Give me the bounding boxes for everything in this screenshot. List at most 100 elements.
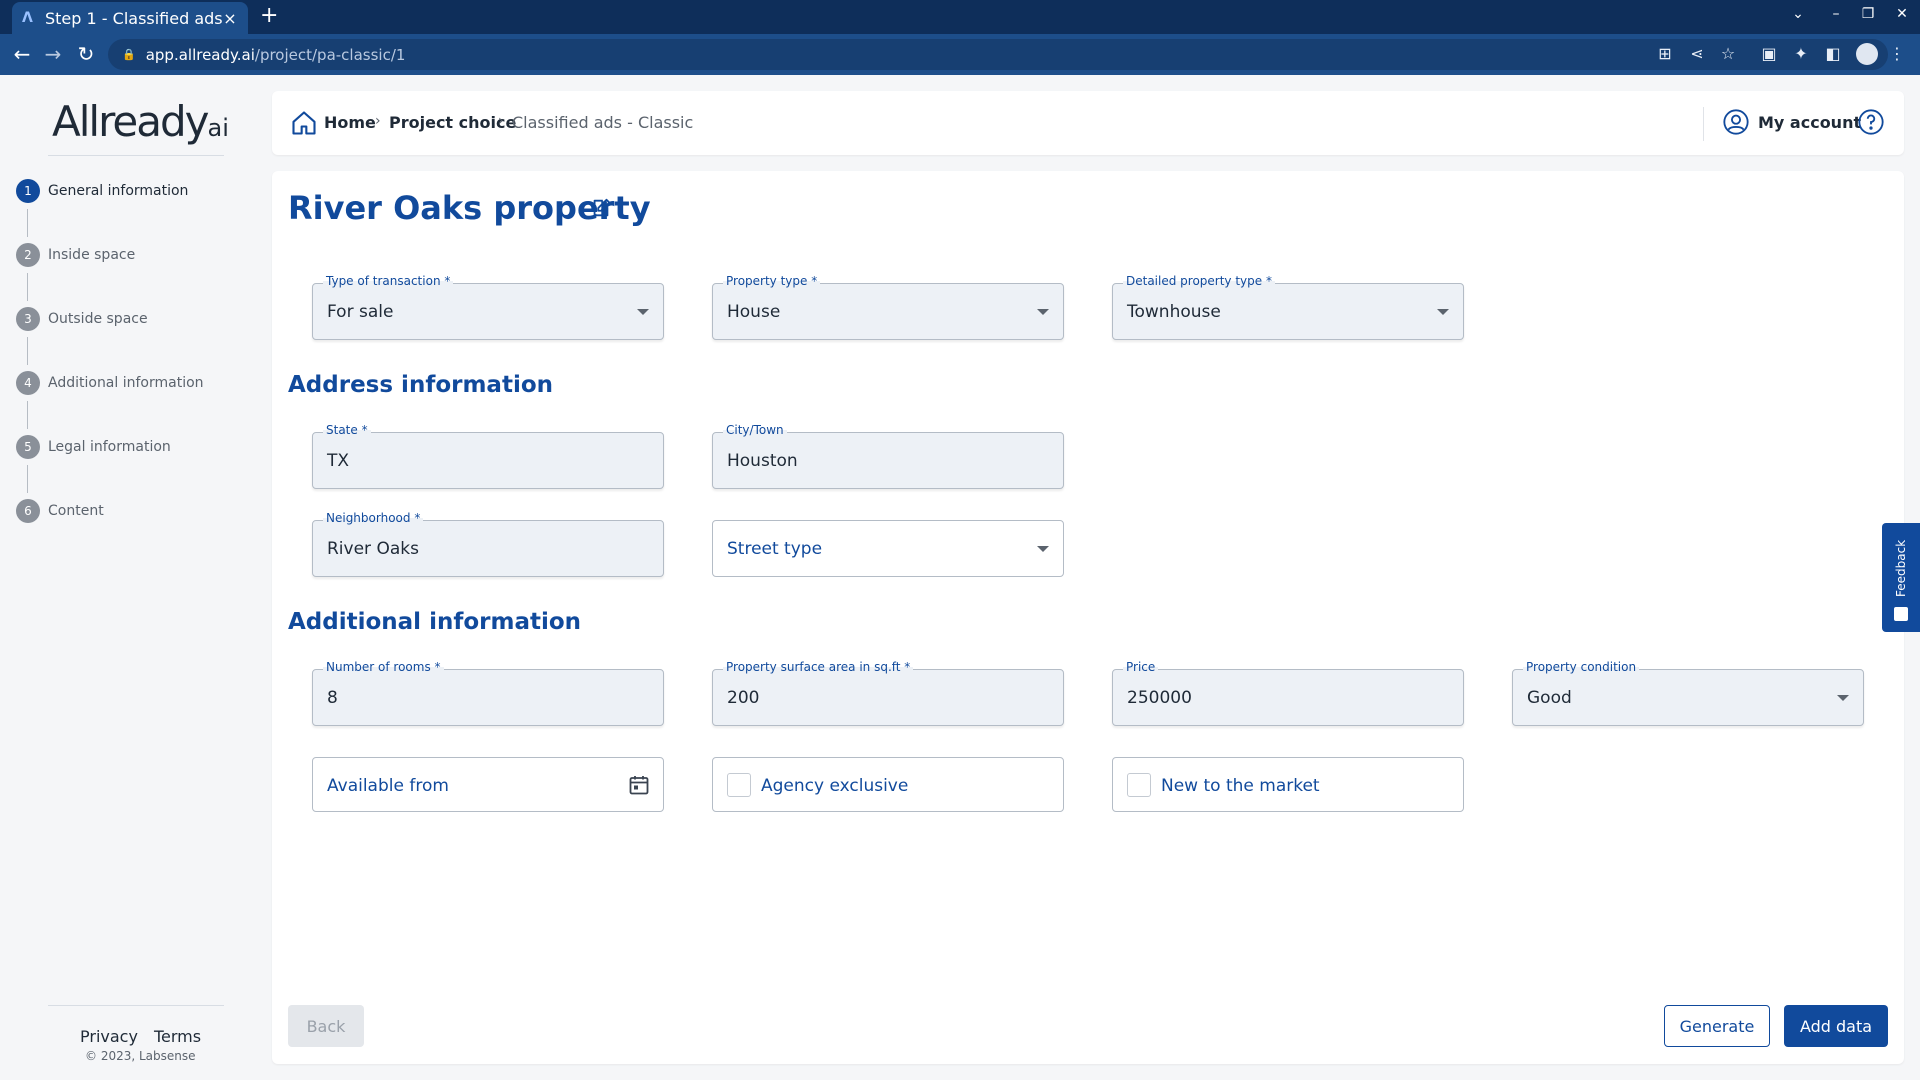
field-value: 8 [327, 688, 338, 708]
feedback-tab[interactable]: Feedback [1882, 523, 1920, 632]
new-to-market-checkbox-field[interactable]: New to the market [1112, 757, 1464, 812]
tab-search-chevron-icon[interactable]: ⌄ [1788, 6, 1808, 22]
bookmark-star-icon[interactable]: ☆ [1718, 44, 1738, 63]
state-input[interactable]: State * TX [312, 423, 664, 489]
field-value: TX [327, 451, 350, 471]
new-to-market-checkbox[interactable] [1127, 773, 1151, 797]
minimize-icon[interactable]: – [1826, 6, 1846, 22]
step-number: 6 [16, 499, 40, 523]
profile-avatar[interactable] [1856, 43, 1878, 65]
browser-tab-bar: Λ Step 1 - Classified ads - Classic × + … [0, 0, 1920, 34]
field-label: Property type * [723, 274, 821, 288]
rooms-input[interactable]: Number of rooms * 8 [312, 660, 664, 726]
header-divider [1703, 107, 1704, 141]
section-address-title: Address information [288, 372, 554, 398]
home-icon[interactable] [290, 109, 318, 137]
header-bar: Home › Project choice › Classified ads -… [272, 91, 1904, 155]
footer-links: Privacy Terms [80, 1027, 217, 1046]
account-icon[interactable] [1722, 108, 1750, 136]
feedback-chat-icon [1894, 607, 1908, 621]
forward-arrow-icon[interactable]: → [41, 42, 65, 66]
breadcrumb-home[interactable]: Home [324, 113, 376, 132]
field-label: Detailed property type * [1123, 274, 1275, 288]
transaction-type-select[interactable]: Type of transaction * For sale [312, 274, 664, 340]
step-general-information[interactable]: 1 General information [16, 179, 204, 243]
field-value: Houston [727, 451, 798, 471]
window-close-icon[interactable]: ✕ [1892, 6, 1912, 22]
agency-exclusive-checkbox-field[interactable]: Agency exclusive [712, 757, 1064, 812]
back-button[interactable]: Back [288, 1005, 364, 1047]
checkbox-label: Agency exclusive [761, 776, 909, 796]
brand-name: Allready [52, 97, 210, 146]
field-label: Neighborhood * [323, 511, 424, 525]
url-field[interactable]: 🔒 app.allready.ai/project/pa-classic/1 [108, 39, 1888, 70]
available-from-date-input[interactable]: Available from [312, 757, 664, 812]
extension-mail-icon[interactable]: ▣ [1759, 44, 1779, 63]
price-input[interactable]: Price 250000 [1112, 660, 1464, 726]
terms-link[interactable]: Terms [154, 1027, 201, 1046]
field-value: For sale [327, 302, 394, 322]
field-label: Number of rooms * [323, 660, 444, 674]
side-panel-icon[interactable]: ◧ [1823, 44, 1843, 63]
step-label: Content [48, 503, 104, 519]
surface-area-input[interactable]: Property surface area in sq.ft * 200 [712, 660, 1064, 726]
chevron-down-icon [637, 309, 649, 315]
allready-logo: Allreadyai [52, 97, 229, 146]
my-account-link[interactable]: My account [1758, 113, 1861, 132]
generate-button[interactable]: Generate [1664, 1005, 1770, 1047]
brand-sub: ai [207, 114, 229, 142]
street-type-select[interactable]: Street type [712, 520, 1064, 577]
breadcrumb-separator-icon: › [498, 113, 504, 129]
field-value: 200 [727, 688, 760, 708]
step-legal-information[interactable]: 5 Legal information [16, 435, 204, 499]
step-content[interactable]: 6 Content [16, 499, 204, 563]
translate-icon[interactable]: ⊞ [1655, 44, 1675, 63]
new-tab-icon[interactable]: + [260, 4, 278, 28]
calendar-icon[interactable] [627, 773, 651, 797]
help-icon[interactable] [1857, 108, 1885, 136]
browser-address-bar: ← → ↻ 🔒 app.allready.ai/project/pa-class… [0, 34, 1920, 75]
property-condition-select[interactable]: Property condition Good [1512, 660, 1864, 726]
field-placeholder: Available from [327, 776, 449, 796]
step-number: 3 [16, 307, 40, 331]
field-label: Property condition [1523, 660, 1640, 674]
step-label: Legal information [48, 439, 171, 455]
field-value: Good [1527, 688, 1572, 708]
lock-icon: 🔒 [122, 48, 136, 61]
step-label: Additional information [48, 375, 204, 391]
field-value: Townhouse [1127, 302, 1221, 322]
reload-icon[interactable]: ↻ [74, 42, 98, 66]
field-label: Type of transaction * [323, 274, 454, 288]
browser-tab[interactable]: Λ Step 1 - Classified ads - Classic × [12, 2, 248, 34]
restore-icon[interactable]: ❐ [1858, 6, 1878, 22]
extensions-puzzle-icon[interactable]: ✦ [1791, 44, 1811, 63]
field-value: River Oaks [327, 539, 419, 559]
step-number: 4 [16, 371, 40, 395]
neighborhood-input[interactable]: Neighborhood * River Oaks [312, 511, 664, 577]
step-connector [27, 273, 28, 301]
step-label: Inside space [48, 247, 136, 263]
browser-menu-icon[interactable]: ⋮ [1887, 44, 1907, 63]
step-number: 5 [16, 435, 40, 459]
url-host: app.allready.ai [145, 45, 255, 64]
browser-tab-title: Step 1 - Classified ads - Classic [45, 8, 222, 28]
chevron-down-icon [1437, 309, 1449, 315]
field-placeholder: Street type [727, 539, 823, 559]
step-outside-space[interactable]: 3 Outside space [16, 307, 204, 371]
detailed-property-type-select[interactable]: Detailed property type * Townhouse [1112, 274, 1464, 340]
agency-exclusive-checkbox[interactable] [727, 773, 751, 797]
property-type-select[interactable]: Property type * House [712, 274, 1064, 340]
close-tab-icon[interactable]: × [222, 9, 238, 28]
add-data-button[interactable]: Add data [1784, 1005, 1888, 1047]
edit-icon[interactable] [590, 197, 612, 219]
step-additional-information[interactable]: 4 Additional information [16, 371, 204, 435]
step-label: Outside space [48, 311, 148, 327]
copyright: © 2023, Labsense [85, 1049, 196, 1063]
main-form-card: River Oaks property Type of transaction … [272, 171, 1904, 1064]
step-inside-space[interactable]: 2 Inside space [16, 243, 204, 307]
checkbox-label: New to the market [1161, 776, 1320, 796]
city-input[interactable]: City/Town Houston [712, 423, 1064, 489]
privacy-link[interactable]: Privacy [80, 1027, 138, 1046]
back-arrow-icon[interactable]: ← [10, 42, 34, 66]
share-icon[interactable]: ⋖ [1687, 44, 1707, 63]
